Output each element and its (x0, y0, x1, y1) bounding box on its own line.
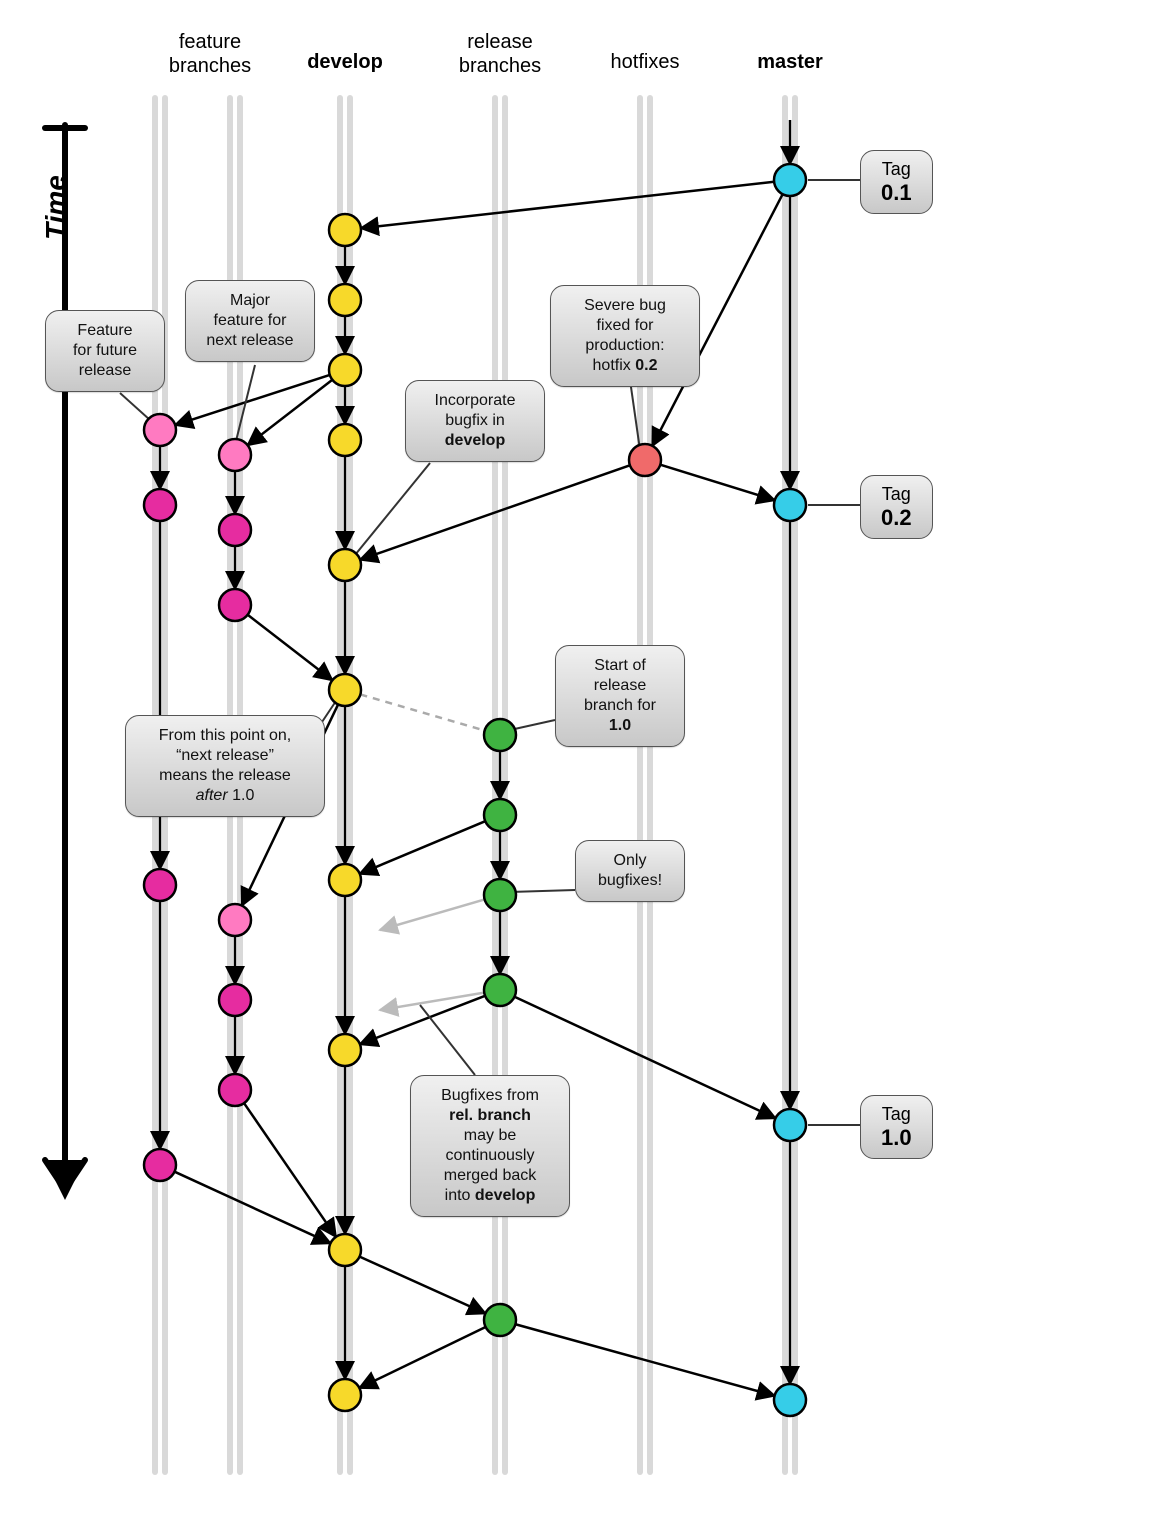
bubble-incorporate: Incorporatebugfix indevelop (405, 380, 545, 462)
bubble-major-feature: Majorfeature fornext release (185, 280, 315, 362)
bubble-start-release: Start ofreleasebranch for1.0 (555, 645, 685, 747)
bubble-bugfixes-from: Bugfixes fromrel. branchmay becontinuous… (410, 1075, 570, 1217)
bubble-only-bugfixes: Onlybugfixes! (575, 840, 685, 902)
tag-1-0: Tag1.0 (860, 1095, 933, 1159)
tag-0-2: Tag0.2 (860, 475, 933, 539)
tag-0-1: Tag0.1 (860, 150, 933, 214)
gitflow-diagram: Time featurebranches develop releasebran… (0, 0, 1150, 1524)
bubble-from-this-point: From this point on,“next release”means t… (125, 715, 325, 817)
bubble-severe-bug: Severe bugfixed forproduction:hotfix 0.2 (550, 285, 700, 387)
bubble-feature-future: Featurefor futurerelease (45, 310, 165, 392)
